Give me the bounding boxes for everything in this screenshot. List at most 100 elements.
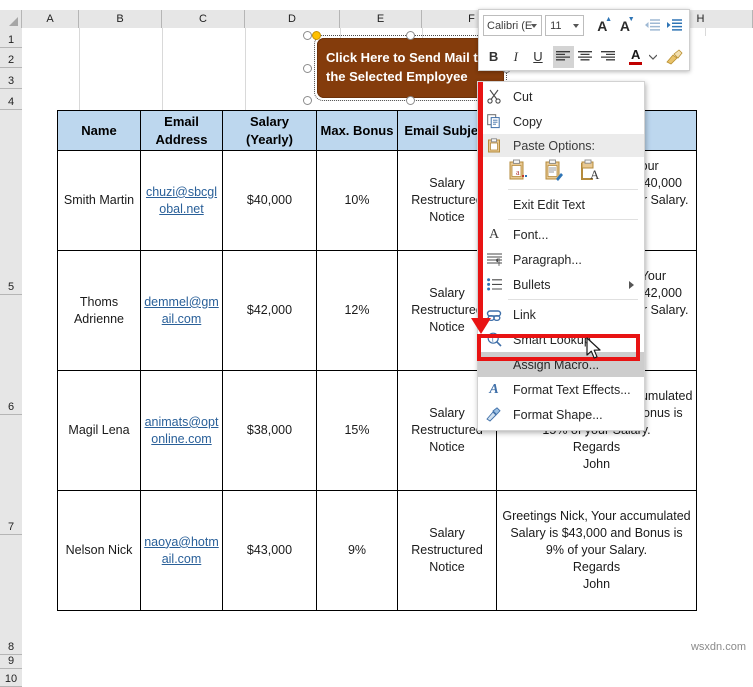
font-color-label: A (631, 47, 641, 62)
font-color-button[interactable]: A (625, 46, 646, 68)
context-menu-label-cut: Cut (513, 89, 533, 104)
gridline-g (705, 28, 706, 36)
context-menu-item-cut[interactable]: Cut (478, 84, 644, 109)
email-link[interactable]: naoya@hotmail.com (144, 535, 219, 566)
table-header-salary: Salary (Yearly) (222, 109, 317, 152)
gridline-c (245, 28, 246, 110)
context-menu-item-link[interactable]: Link (478, 302, 644, 327)
format-painter-icon[interactable] (664, 46, 685, 68)
rotation-handle[interactable] (312, 31, 321, 40)
font-color-swatch (629, 62, 643, 65)
shape-text-line1: Click Here to Send Mail to (326, 50, 486, 66)
row-header-5[interactable]: 5 (0, 110, 22, 295)
column-header-c[interactable]: C (162, 10, 245, 28)
watermark: wsxdn.com (690, 641, 746, 653)
context-menu-item-format-shape[interactable]: Format Shape... (478, 402, 644, 427)
cell-salary: $40,000 (222, 150, 317, 252)
cell-email[interactable]: animats@optonline.com (140, 370, 223, 492)
cell-bonus: 9% (316, 490, 398, 612)
row-header-8[interactable]: 8 (0, 535, 22, 655)
resize-handle-bottom-left[interactable] (303, 96, 312, 105)
font-color-chevron-down-icon[interactable] (647, 46, 659, 68)
row-header-column: 1 2 3 4 5 6 7 8 9 10 (0, 28, 22, 687)
font-size-input[interactable]: 11 (545, 15, 585, 36)
context-menu-separator (508, 299, 638, 300)
resize-handle-top[interactable] (406, 31, 415, 40)
paste-keep-source-formatting-icon[interactable]: a (508, 159, 530, 183)
decrease-indent-icon[interactable] (641, 15, 663, 37)
spreadsheet-canvas: A B C D E F G H 1 2 3 4 5 6 7 8 9 10 Nam… (0, 0, 753, 687)
cell-name: Smith Martin (57, 150, 141, 252)
email-link[interactable]: demmel@gmail.com (144, 295, 219, 326)
row-header-2[interactable]: 2 (0, 48, 22, 68)
context-menu-item-paragraph[interactable]: ¶ Paragraph... (478, 247, 644, 272)
context-menu-label-format-text-effects: Format Text Effects... (513, 382, 631, 397)
mini-toolbar-row-2: B I U A (479, 41, 689, 72)
submenu-chevron-right-icon (629, 281, 634, 289)
paste-keep-text-only-icon[interactable]: A (580, 159, 602, 183)
context-menu-item-copy[interactable]: Copy (478, 109, 644, 134)
italic-button[interactable]: I (505, 46, 526, 68)
context-menu-item-font[interactable]: A Font... (478, 222, 644, 247)
context-menu-label-link: Link (513, 307, 536, 322)
shrink-font-icon[interactable]: A ▼ (614, 15, 636, 37)
blank-icon (481, 194, 507, 216)
chevron-down-icon[interactable] (573, 24, 580, 28)
cell-salary: $38,000 (222, 370, 317, 492)
resize-handle-top-left[interactable] (303, 31, 312, 40)
paste-options-icon-row: a A (478, 157, 644, 187)
row-header-7[interactable]: 7 (0, 415, 22, 535)
column-header-d[interactable]: D (245, 10, 340, 28)
mini-font-toolbar: Calibri (E 11 A ▲ A ▼ B I U A (478, 9, 690, 71)
context-menu-separator (508, 219, 638, 220)
cell-email[interactable]: chuzi@sbcglobal.net (140, 150, 223, 252)
text-effects-icon: A (489, 381, 499, 397)
context-menu-item-exit-edit-text[interactable]: Exit Edit Text (478, 192, 644, 217)
bold-button[interactable]: B (483, 46, 504, 68)
column-header-b[interactable]: B (79, 10, 162, 28)
row-header-3[interactable]: 3 (0, 68, 22, 89)
grow-font-icon[interactable]: A ▲ (591, 15, 613, 37)
resize-handle-left[interactable] (303, 64, 312, 73)
chevron-down-icon[interactable] (531, 24, 538, 28)
cell-name: Thoms Adrienne (57, 250, 141, 372)
increase-indent-icon[interactable] (663, 15, 685, 37)
email-link[interactable]: chuzi@sbcglobal.net (146, 185, 217, 216)
column-header-e[interactable]: E (340, 10, 422, 28)
context-menu-label-paste-options: Paste Options: (513, 138, 595, 153)
font-name-value: Calibri (E (487, 19, 533, 32)
svg-text:a: a (516, 168, 520, 177)
gridline-b (162, 28, 163, 110)
context-menu-label-font: Font... (513, 227, 549, 242)
svg-text:¶: ¶ (496, 257, 500, 267)
cell-email[interactable]: demmel@gmail.com (140, 250, 223, 372)
row-header-4[interactable]: 4 (0, 89, 22, 110)
select-all-corner[interactable] (0, 10, 22, 28)
align-right-button[interactable] (597, 46, 618, 68)
annotation-red-line (478, 82, 483, 324)
context-menu-item-format-text-effects[interactable]: A Format Text Effects... (478, 377, 644, 402)
underline-button[interactable]: U (527, 46, 548, 68)
paragraph-icon: ¶ (481, 249, 507, 271)
annotation-red-highlight-box (477, 334, 640, 361)
context-menu-header-paste-options: Paste Options: (478, 134, 644, 157)
row-header-10[interactable]: 10 (0, 669, 22, 687)
svg-text:A: A (590, 167, 600, 182)
shape-context-menu: Cut Copy Paste Options: a A Exit Edit Te… (477, 81, 645, 431)
email-link[interactable]: animats@optonline.com (145, 415, 219, 446)
align-center-button[interactable] (575, 46, 596, 68)
row-header-9[interactable]: 9 (0, 655, 22, 669)
cell-email[interactable]: naoya@hotmail.com (140, 490, 223, 612)
row-header-1[interactable]: 1 (0, 28, 22, 48)
cell-name: Magil Lena (57, 370, 141, 492)
align-left-button[interactable] (552, 45, 574, 68)
row-header-6[interactable]: 6 (0, 295, 22, 415)
font-name-input[interactable]: Calibri (E (483, 15, 543, 36)
column-header-a[interactable]: A (22, 10, 79, 28)
cell-bonus: 12% (316, 250, 398, 372)
resize-handle-bottom[interactable] (406, 96, 415, 105)
context-menu-item-bullets[interactable]: Bullets (478, 272, 644, 297)
paste-merge-formatting-icon[interactable] (544, 159, 566, 183)
context-menu-separator (508, 189, 638, 190)
send-mail-shape[interactable]: Click Here to Send Mail to the Selected … (303, 31, 511, 105)
